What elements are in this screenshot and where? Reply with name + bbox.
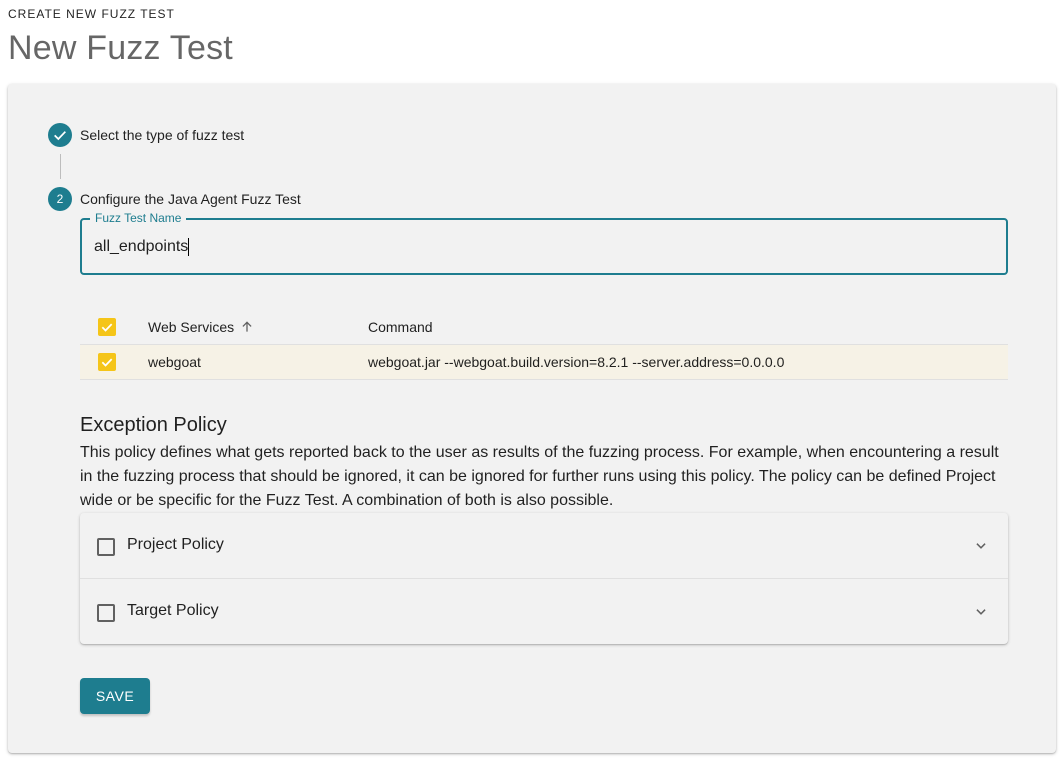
- fuzz-test-name-input[interactable]: all_endpoints: [94, 238, 190, 256]
- column-header-web-services-label: Web Services: [148, 319, 235, 335]
- step-1-label[interactable]: Select the type of fuzz test: [80, 127, 244, 143]
- page-title: New Fuzz Test: [8, 29, 233, 67]
- row-command: webgoat.jar --webgoat.build.version=8.2.…: [368, 354, 785, 370]
- policy-accordion: Project Policy Target Policy: [80, 513, 1008, 644]
- exception-policy-title: Exception Policy: [80, 414, 227, 436]
- select-all-checkbox[interactable]: [98, 318, 116, 336]
- target-policy-checkbox[interactable]: [97, 604, 115, 622]
- step-connector: [60, 154, 61, 179]
- table-header-row: Web Services Command: [80, 310, 1008, 345]
- save-button[interactable]: Save: [80, 678, 150, 714]
- project-policy-checkbox[interactable]: [97, 538, 115, 556]
- fuzz-test-name-field[interactable]: Fuzz Test Name all_endpoints: [80, 211, 1008, 275]
- step-2-label: Configure the Java Agent Fuzz Test: [80, 191, 301, 207]
- page-overline: CREATE NEW FUZZ TEST: [8, 7, 175, 21]
- project-policy-accordion-item[interactable]: Project Policy: [80, 513, 1008, 578]
- project-policy-label: Project Policy: [127, 536, 224, 553]
- table-row[interactable]: webgoat webgoat.jar --webgoat.build.vers…: [80, 345, 1008, 380]
- exception-policy-description: This policy defines what gets reported b…: [80, 444, 999, 509]
- step-completed-check-icon[interactable]: [48, 123, 72, 147]
- web-services-table: Web Services Command webgoat webgoat.jar…: [80, 310, 1008, 380]
- chevron-down-icon[interactable]: [974, 605, 988, 619]
- target-policy-label: Target Policy: [127, 602, 219, 619]
- fuzz-test-name-label: Fuzz Test Name: [90, 211, 187, 225]
- target-policy-accordion-item[interactable]: Target Policy: [80, 578, 1008, 644]
- step-2-number-icon: 2: [48, 187, 72, 211]
- column-header-command: Command: [368, 319, 433, 335]
- row-web-service: webgoat: [148, 354, 201, 370]
- fuzz-test-card: Select the type of fuzz test 2 Configure…: [8, 84, 1056, 753]
- column-header-web-services[interactable]: Web Services: [148, 319, 254, 335]
- row-checkbox[interactable]: [98, 353, 116, 371]
- arrow-up-icon[interactable]: [240, 320, 254, 334]
- chevron-down-icon[interactable]: [974, 539, 988, 553]
